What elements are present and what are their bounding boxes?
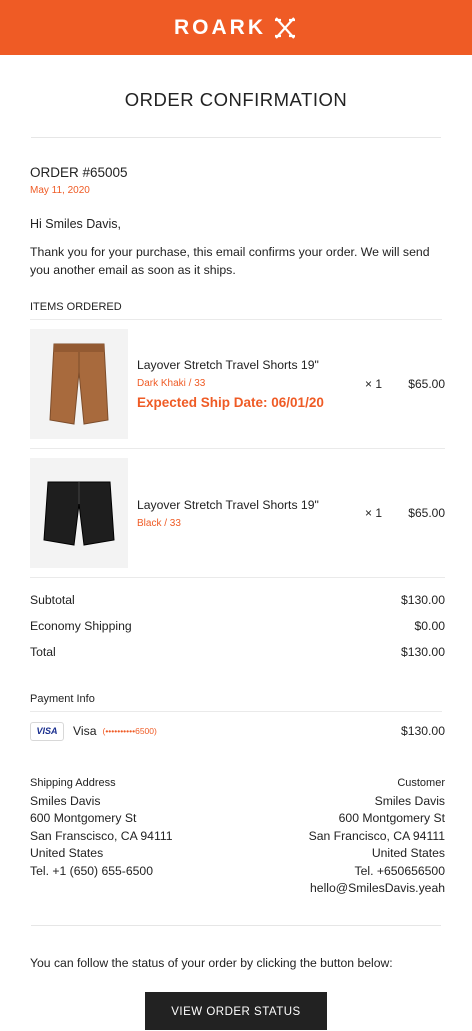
order-item: Layover Stretch Travel Shorts 19" Black … xyxy=(30,449,445,577)
order-totals: Subtotal $130.00 Economy Shipping $0.00 … xyxy=(30,587,445,665)
order-date: May 11, 2020 xyxy=(30,185,90,196)
item-price: $65.00 xyxy=(408,377,445,391)
product-image[interactable] xyxy=(30,458,128,568)
brand-name: ROARK xyxy=(174,15,266,39)
roark-mark-icon xyxy=(275,16,295,39)
customer-info: Customer Smiles Davis 600 Montgomery St … xyxy=(309,775,445,898)
item-name[interactable]: Layover Stretch Travel Shorts 19" xyxy=(137,498,365,512)
intro-text: Thank you for your purchase, this email … xyxy=(30,245,430,277)
shipping-value: $0.00 xyxy=(414,619,446,633)
customer-city: San Francisco, CA 94111 xyxy=(308,828,445,843)
greeting: Hi Smiles Davis, xyxy=(30,217,121,231)
shipping-label: Economy Shipping xyxy=(30,619,132,633)
item-name[interactable]: Layover Stretch Travel Shorts 19" xyxy=(137,358,365,372)
shipping-address: Shipping Address Smiles Davis 600 Montgo… xyxy=(30,775,173,898)
total-row: Total $130.00 xyxy=(30,639,445,665)
address-section: Shipping Address Smiles Davis 600 Montgo… xyxy=(30,775,445,898)
customer-heading: Customer xyxy=(397,777,445,789)
page-title: ORDER CONFIRMATION xyxy=(124,89,348,110)
payment-method: Visa xyxy=(73,724,97,738)
divider xyxy=(30,711,442,712)
divider xyxy=(30,577,445,578)
shipping-city: San Franscisco, CA 94111 xyxy=(30,828,173,843)
divider xyxy=(31,924,441,926)
payment-amount: $130.00 xyxy=(400,724,445,738)
items-ordered-label: ITEMS ORDERED xyxy=(30,301,122,313)
payment-row: VISA Visa (••••••••••6500) $130.00 xyxy=(30,720,445,742)
customer-street: 600 Montgomery St xyxy=(338,811,445,825)
subtotal-value: $130.00 xyxy=(400,593,445,607)
item-info: Layover Stretch Travel Shorts 19" Dark K… xyxy=(137,358,365,410)
customer-email[interactable]: hello@SmilesDavis.yeah xyxy=(309,880,445,898)
shipping-street: 600 Montgomery St xyxy=(30,811,137,825)
item-variant: Dark Khaki / 33 xyxy=(137,378,206,389)
shorts-icon xyxy=(49,343,109,425)
subtotal-label: Subtotal xyxy=(30,593,75,607)
customer-phone: Tel. +650656500 xyxy=(354,863,445,878)
total-label: Total xyxy=(30,645,56,659)
item-quantity: × 1 xyxy=(365,506,383,520)
order-number: ORDER #65005 xyxy=(30,165,128,180)
brand-logo[interactable]: ROARK xyxy=(174,15,298,41)
shipping-name: Smiles Davis xyxy=(30,793,101,808)
customer-name: Smiles Davis xyxy=(374,793,445,808)
shorts-icon xyxy=(43,481,115,546)
shipping-address-heading: Shipping Address xyxy=(30,777,116,789)
shipping-phone: Tel. +1 (650) 655-6500 xyxy=(30,863,153,878)
total-value: $130.00 xyxy=(400,645,445,659)
subtotal-row: Subtotal $130.00 xyxy=(30,587,445,613)
item-variant: Black / 33 xyxy=(137,517,181,529)
item-quantity: × 1 xyxy=(365,377,383,391)
shipping-row: Economy Shipping $0.00 xyxy=(30,613,445,639)
follow-status-text: You can follow the status of your order … xyxy=(30,955,393,970)
expected-ship-date: Expected Ship Date: 06/01/20 xyxy=(137,395,324,410)
payment-info-label: Payment Info xyxy=(30,693,95,705)
divider xyxy=(31,137,441,138)
email-header: ROARK xyxy=(0,0,472,55)
item-info: Layover Stretch Travel Shorts 19" Black … xyxy=(137,498,365,529)
item-price: $65.00 xyxy=(408,506,445,520)
visa-icon: VISA xyxy=(30,721,64,741)
shipping-country: United States xyxy=(30,846,104,860)
order-item: Layover Stretch Travel Shorts 19" Dark K… xyxy=(30,320,445,448)
product-image[interactable] xyxy=(30,329,128,439)
card-number: (••••••••••6500) xyxy=(102,726,157,736)
customer-country: United States xyxy=(371,846,445,860)
